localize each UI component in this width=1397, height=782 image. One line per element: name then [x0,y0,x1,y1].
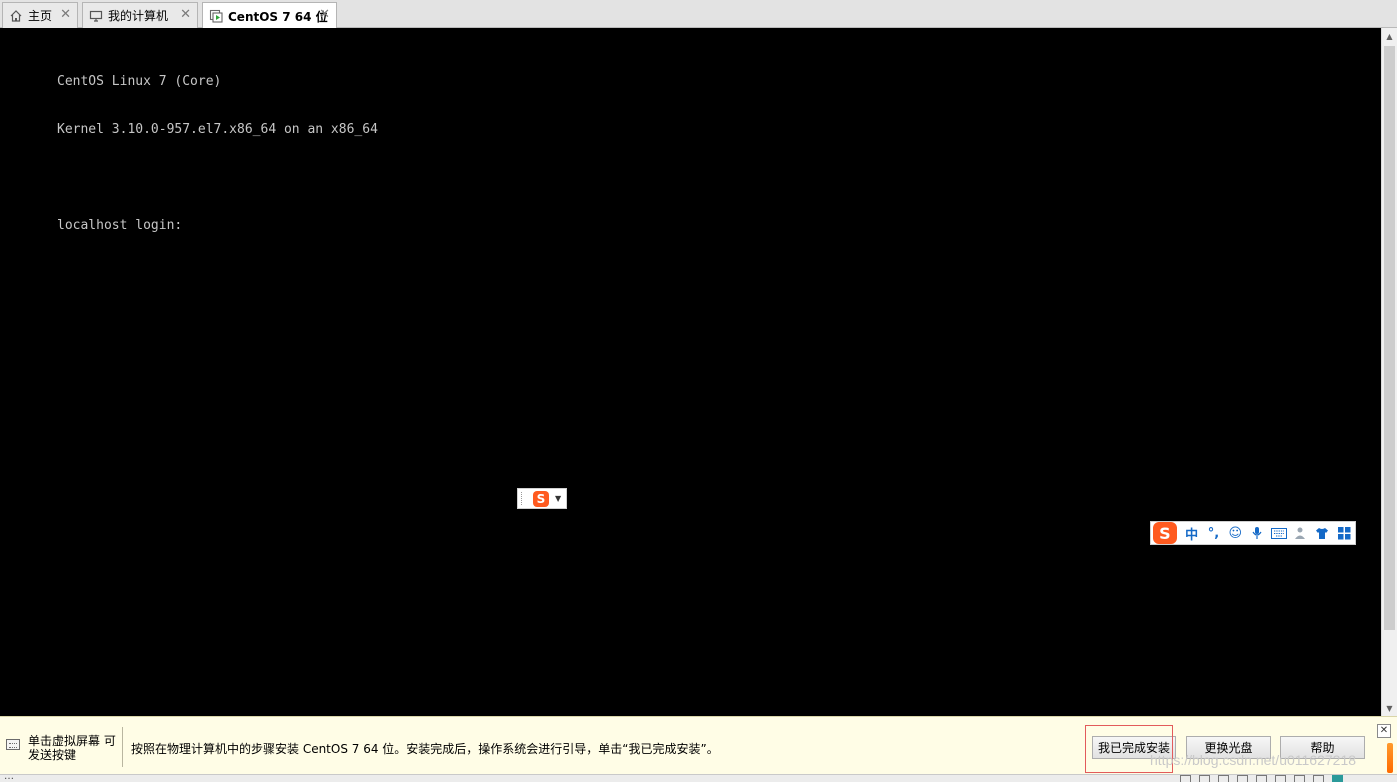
sogou-logo-icon[interactable]: S [1153,522,1177,544]
install-notification-bar: 单击虚拟屏幕 可发送按键 按照在物理计算机中的步骤安装 CentOS 7 64 … [0,716,1397,774]
display-status-icon[interactable] [1294,775,1305,782]
ime-drag-handle[interactable] [521,492,525,505]
tab-home[interactable]: 主页 ✕ [2,2,78,28]
ime-toolbar[interactable]: S 中 °, ☺ [1150,521,1356,545]
tab-centos-vm[interactable]: CentOS 7 64 位 ✕ [202,2,337,29]
console-output: CentOS Linux 7 (Core) Kernel 3.10.0-957.… [57,42,378,266]
status-bar: … [0,774,1397,782]
hdd-status-icon[interactable] [1180,775,1191,782]
notification-close-icon[interactable]: ✕ [1377,724,1391,738]
vm-fullscreen-status-icon[interactable] [1332,775,1343,782]
toolbox-grid-icon[interactable] [1333,522,1355,544]
user-icon[interactable] [1290,522,1312,544]
tab-my-computer-label: 我的计算机 [108,9,169,23]
keyboard-icon[interactable] [1268,522,1290,544]
status-text: … [4,774,14,782]
click-screen-hint: 单击虚拟屏幕 可发送按键 [28,734,116,762]
vm-running-icon [209,9,223,23]
install-instructions: 按照在物理计算机中的步骤安装 CentOS 7 64 位。安装完成后，操作系统会… [131,742,719,756]
microphone-icon[interactable] [1246,522,1268,544]
ime-mini-toolbar[interactable]: S ▼ [517,488,567,509]
network-status-icon[interactable] [1218,775,1229,782]
console-line-os: CentOS Linux 7 (Core) [57,74,222,89]
punctuation-icon[interactable]: °, [1203,522,1225,544]
monitor-icon [89,10,103,22]
side-accent-bar [1387,743,1393,773]
vm-console-screen[interactable]: CentOS Linux 7 (Core) Kernel 3.10.0-957.… [0,28,1381,716]
tab-home-label: 主页 [28,9,53,23]
device-status-icons [1180,775,1343,782]
help-button[interactable]: 帮助 [1280,736,1365,759]
message-status-icon[interactable] [1313,775,1324,782]
finished-installing-button[interactable]: 我已完成安装 [1092,736,1176,759]
tab-my-computer-close-icon[interactable]: ✕ [180,7,191,22]
sound-status-icon[interactable] [1256,775,1267,782]
ime-menu-arrow-icon[interactable]: ▼ [555,494,561,503]
console-line-kernel: Kernel 3.10.0-957.el7.x86_64 on an x86_6… [57,122,378,137]
tab-my-computer[interactable]: 我的计算机 ✕ [82,2,198,28]
printer-status-icon[interactable] [1275,775,1286,782]
tab-centos-vm-close-icon[interactable]: ✕ [319,7,330,22]
tab-home-close-icon[interactable]: ✕ [60,7,71,22]
chinese-mode-icon[interactable]: 中 [1181,522,1203,544]
scrollbar-thumb[interactable] [1384,46,1395,630]
scroll-up-arrow-icon[interactable]: ▲ [1382,28,1397,44]
emoji-icon[interactable]: ☺ [1224,522,1246,544]
console-login-prompt[interactable]: localhost login: [57,218,378,234]
console-vertical-scrollbar[interactable]: ▲ ▼ [1381,28,1397,716]
change-disc-button[interactable]: 更换光盘 [1186,736,1271,759]
tab-centos-vm-label: CentOS 7 64 位 [228,9,328,24]
notification-divider [122,727,123,767]
sogou-logo-icon[interactable]: S [533,490,549,507]
cdrom-status-icon[interactable] [1199,775,1210,782]
scroll-down-arrow-icon[interactable]: ▼ [1382,700,1397,716]
tab-bar: 主页 ✕ 我的计算机 ✕ CentOS 7 64 位 ✕ [0,0,1397,29]
usb-status-icon[interactable] [1237,775,1248,782]
keyboard-hint-icon [6,739,20,750]
skin-shirt-icon[interactable] [1311,522,1333,544]
home-icon [10,9,22,22]
